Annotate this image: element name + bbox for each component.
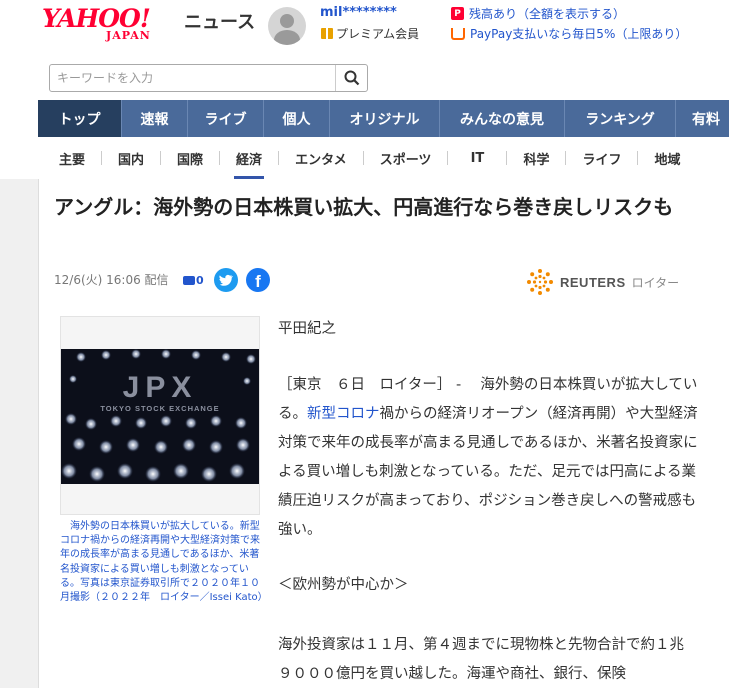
divider <box>506 151 508 165</box>
main-nav-opinions[interactable]: みんなの意見 <box>440 100 565 137</box>
search-icon <box>344 70 359 86</box>
source-name: REUTERS <box>560 274 626 290</box>
avatar[interactable] <box>268 7 306 45</box>
premium-label: プレミアム会員 <box>336 27 420 41</box>
logo-news[interactable]: ニュース <box>184 8 255 34</box>
article-author: 平田紀之 <box>278 321 336 337</box>
comment-icon <box>183 276 195 285</box>
points-icon: P <box>451 7 464 20</box>
yahoo-news-logo[interactable]: YAHOO! JAPAN <box>42 5 182 43</box>
main-nav-original[interactable]: オリジナル <box>330 100 440 137</box>
divider <box>447 151 449 165</box>
article-date: 12/6(火) 16:06 配信 <box>54 273 169 287</box>
points-link[interactable]: P 残高あり（全額を表示する） <box>451 5 625 22</box>
category-tab-local[interactable]: 地域 <box>654 137 680 179</box>
article-title: アングル：海外勢の日本株買い拡大、円高進行なら巻き戻しリスクも <box>54 195 674 219</box>
divider <box>278 151 280 165</box>
category-tab-domestic[interactable]: 国内 <box>118 137 144 179</box>
main-nav-live[interactable]: ライブ <box>188 100 264 137</box>
main-nav-paid[interactable]: 有料 <box>676 100 729 137</box>
logo-japan: JAPAN <box>106 29 151 42</box>
cart-icon <box>451 27 465 40</box>
category-tab-entertainment[interactable]: エンタメ <box>295 137 347 179</box>
photo-caption: 海外勢の日本株買いが拡大している。新型コロナ禍からの経済再開や大型経済対策で来年… <box>60 521 268 604</box>
search-box <box>49 64 368 92</box>
category-tab-science[interactable]: 科学 <box>523 137 549 179</box>
points-link-label: 残高あり（全額を表示する） <box>469 7 626 21</box>
paypay-link-label: PayPay支払いなら毎日5%（上限あり） <box>470 27 688 41</box>
comment-count-link[interactable]: 0 <box>183 274 204 287</box>
category-tab-it[interactable]: IT <box>464 137 490 179</box>
search-input[interactable] <box>50 65 336 91</box>
facebook-share-button[interactable]: f <box>246 268 270 292</box>
divider <box>101 151 103 165</box>
main-nav: トップ 速報 ライブ 個人 オリジナル みんなの意見 ランキング 有料 <box>38 100 729 137</box>
reuters-icon <box>527 269 553 295</box>
search-button[interactable] <box>335 65 367 91</box>
category-tab-sports[interactable]: スポーツ <box>380 137 432 179</box>
article-subheading: ＜欧州勢が中心か＞ <box>278 577 409 593</box>
paragraph-text: 禍からの経済リオープン（経済再開）や大型経済対策で来年の成長率が高まる見通しであ… <box>278 406 698 538</box>
article-paragraph: 海外投資家は１１月、第４週までに現物株と先物合計で約１兆９０００億円を買い越した… <box>278 637 684 682</box>
category-tab-life[interactable]: ライフ <box>582 137 621 179</box>
exchange-photo-image: JPX TOKYO STOCK EXCHANGE <box>61 349 259 484</box>
premium-status[interactable]: プレミアム会員 <box>321 25 419 42</box>
divider <box>637 151 639 165</box>
main-nav-breaking[interactable]: 速報 <box>122 100 188 137</box>
main-nav-ranking[interactable]: ランキング <box>565 100 676 137</box>
category-nav: 主要 国内 国際 経済 エンタメ スポーツ IT 科学 ライフ 地域 <box>38 137 729 179</box>
source-subtitle: ロイター <box>631 275 680 290</box>
main-nav-top[interactable]: トップ <box>38 100 122 137</box>
divider <box>219 151 221 165</box>
divider <box>565 151 567 165</box>
category-tab-economy[interactable]: 経済 <box>234 137 265 179</box>
article-paragraph: ［東京 ６日 ロイター］ - 海外勢の日本株買いが拡大している。新型コロナ禍から… <box>278 371 698 545</box>
user-name[interactable]: mil******** <box>320 5 397 20</box>
site-header: YAHOO! JAPAN ニュース mil******** プレミアム会員 P … <box>0 0 729 100</box>
divider <box>362 151 364 165</box>
paypay-link[interactable]: PayPay支払いなら毎日5%（上限あり） <box>451 25 687 42</box>
gift-icon <box>321 28 333 39</box>
main-nav-individual[interactable]: 個人 <box>264 100 330 137</box>
comment-count: 0 <box>196 274 204 287</box>
category-tab-main[interactable]: 主要 <box>59 137 85 179</box>
topic-link-covid[interactable]: 新型コロナ <box>307 406 380 422</box>
twitter-share-button[interactable] <box>214 268 238 292</box>
category-tab-world[interactable]: 国際 <box>177 137 203 179</box>
photo-jpx-text: JPX <box>123 371 198 404</box>
facebook-icon: f <box>255 272 261 291</box>
divider <box>160 151 162 165</box>
article-photo[interactable]: JPX TOKYO STOCK EXCHANGE <box>60 316 260 515</box>
source-logo[interactable]: REUTERS ロイター <box>526 268 679 296</box>
twitter-icon <box>219 274 233 286</box>
photo-tse-text: TOKYO STOCK EXCHANGE <box>100 404 219 413</box>
